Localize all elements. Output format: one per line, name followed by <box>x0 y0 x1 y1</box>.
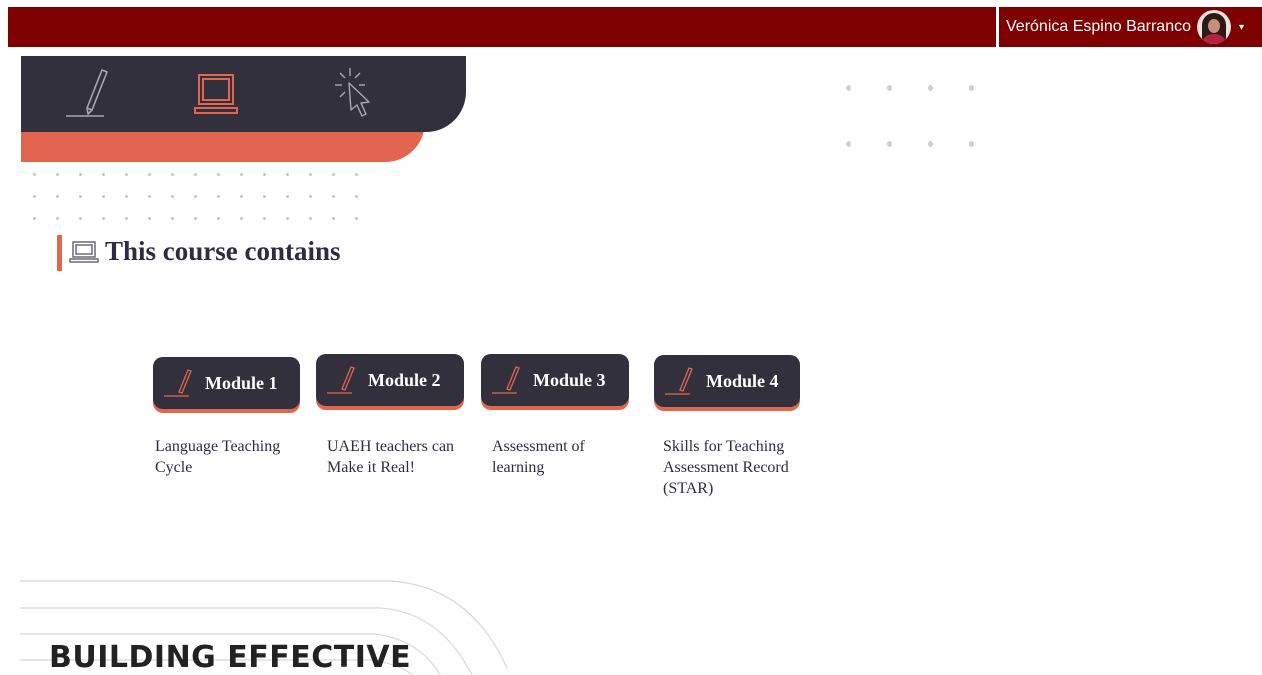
laptop-icon <box>69 240 99 263</box>
module-label[interactable]: Module 1 <box>205 373 278 394</box>
dot <box>194 195 197 198</box>
dot <box>332 173 335 176</box>
module-label[interactable]: Module 3 <box>533 370 606 391</box>
module-4-description: Skills for Teaching Assessment Record (S… <box>663 438 789 497</box>
dot <box>125 173 128 176</box>
module-label[interactable]: Module 4 <box>706 371 779 392</box>
dot <box>263 173 266 176</box>
dot <box>194 217 197 220</box>
page-title: This course contains <box>105 236 341 266</box>
module-4-button[interactable]: Module 4 <box>654 355 800 411</box>
dot <box>355 217 358 220</box>
dot <box>309 173 312 176</box>
pencil-icon <box>665 367 693 395</box>
dot <box>194 173 197 176</box>
dot <box>217 217 220 220</box>
dot <box>240 195 243 198</box>
section-heading: This course contains <box>69 236 341 267</box>
laptop-icon <box>194 74 238 114</box>
dot <box>887 141 892 147</box>
dot <box>217 173 220 176</box>
dot <box>56 195 59 198</box>
dot <box>928 85 933 91</box>
section-title: BUILDING EFFECTIVE <box>49 640 412 675</box>
dot <box>102 173 105 176</box>
module-2-button[interactable]: Module 2 <box>316 354 464 410</box>
user-name[interactable]: Verónica Espino Barranco <box>1006 18 1191 36</box>
dot <box>969 141 974 147</box>
dot <box>171 217 174 220</box>
pencil-icon <box>492 366 520 394</box>
dot <box>263 195 266 198</box>
dot <box>33 173 36 176</box>
dot <box>286 195 289 198</box>
module-1-description: Language Teaching Cycle <box>155 438 281 476</box>
dot <box>286 217 289 220</box>
dot <box>56 173 59 176</box>
dot <box>263 217 266 220</box>
dot <box>309 195 312 198</box>
dot <box>79 195 82 198</box>
dot <box>148 195 151 198</box>
pencil-icon <box>66 69 108 117</box>
module-1-button[interactable]: Module 1 <box>153 357 300 413</box>
top-navbar: Verónica Espino Barranco ▾ <box>8 7 1262 47</box>
dot <box>79 217 82 220</box>
dot <box>887 85 892 91</box>
module-3-description: Assessment of learning <box>492 438 585 476</box>
dot <box>240 217 243 220</box>
dot <box>240 173 243 176</box>
dot <box>102 195 105 198</box>
module-label[interactable]: Module 2 <box>368 370 441 391</box>
chevron-down-icon[interactable]: ▾ <box>1239 22 1244 33</box>
dot <box>148 217 151 220</box>
user-menu[interactable]: Verónica Espino Barranco ▾ <box>1004 7 1244 47</box>
cursor-click-icon <box>335 68 370 117</box>
dot <box>33 195 36 198</box>
dot <box>102 217 105 220</box>
dot <box>332 195 335 198</box>
avatar[interactable] <box>1197 10 1231 44</box>
dot <box>355 173 358 176</box>
dot <box>79 173 82 176</box>
dot <box>125 195 128 198</box>
heading-accent-bar <box>57 235 62 271</box>
dot <box>148 173 151 176</box>
dot <box>928 141 933 147</box>
dot <box>33 217 36 220</box>
dot <box>309 217 312 220</box>
module-3-button[interactable]: Module 3 <box>481 354 629 410</box>
dot <box>171 173 174 176</box>
dot <box>56 217 59 220</box>
pencil-icon <box>327 366 355 394</box>
dot <box>332 217 335 220</box>
dot <box>846 85 851 91</box>
dot <box>217 195 220 198</box>
module-2-description: UAEH teachers can Make it Real! <box>327 438 455 476</box>
navbar-divider <box>996 7 999 47</box>
dot <box>969 85 974 91</box>
dot <box>125 217 128 220</box>
dot <box>286 173 289 176</box>
dot <box>171 195 174 198</box>
dot <box>846 141 851 147</box>
dot <box>355 195 358 198</box>
pencil-icon <box>164 369 192 397</box>
